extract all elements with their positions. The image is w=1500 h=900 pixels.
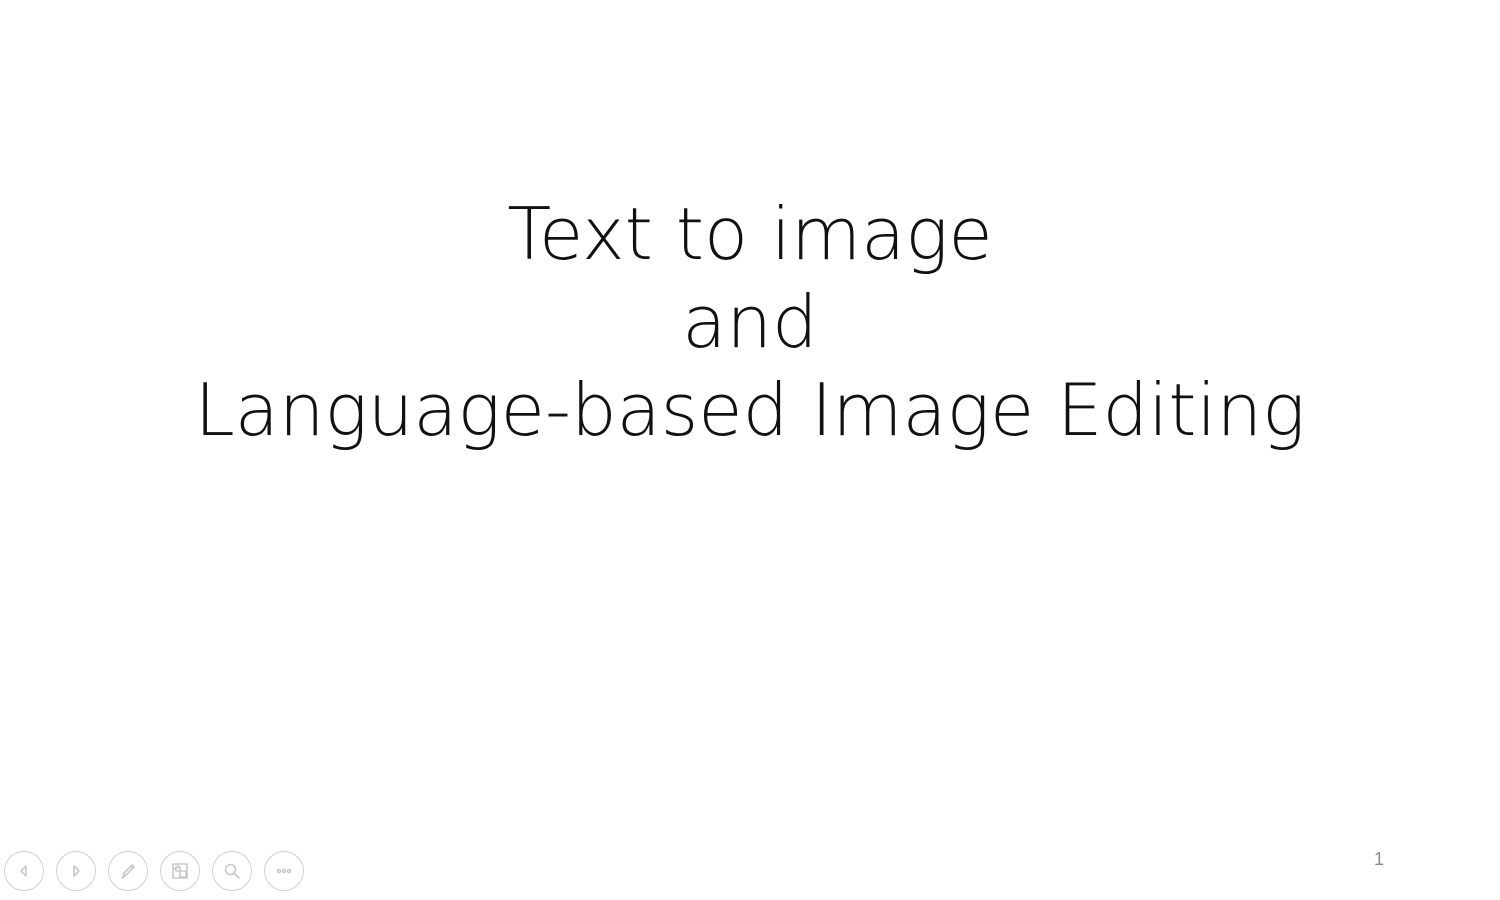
- next-slide-button[interactable]: [56, 851, 96, 891]
- ellipsis-icon: [276, 868, 292, 874]
- title-line-1: Text to image: [507, 192, 993, 276]
- previous-slide-button[interactable]: [4, 851, 44, 891]
- more-options-button[interactable]: [264, 851, 304, 891]
- slide-number: 1: [1374, 849, 1385, 869]
- slide-title: Text to image and Language-based Image E…: [0, 190, 1500, 454]
- pen-icon: [121, 864, 135, 879]
- slides-grid-icon: [172, 863, 188, 879]
- pen-tool-button[interactable]: [108, 851, 148, 891]
- see-all-slides-button[interactable]: [160, 851, 200, 891]
- title-line-2: and: [682, 280, 818, 364]
- title-line-3: Language-based Image Editing: [194, 368, 1306, 452]
- zoom-button[interactable]: [212, 851, 252, 891]
- magnifier-icon: [224, 863, 240, 879]
- presentation-slide: Text to image and Language-based Image E…: [0, 0, 1500, 900]
- arrow-right-icon: [73, 865, 80, 877]
- slideshow-toolbar: [4, 851, 304, 893]
- arrow-left-icon: [20, 865, 27, 877]
